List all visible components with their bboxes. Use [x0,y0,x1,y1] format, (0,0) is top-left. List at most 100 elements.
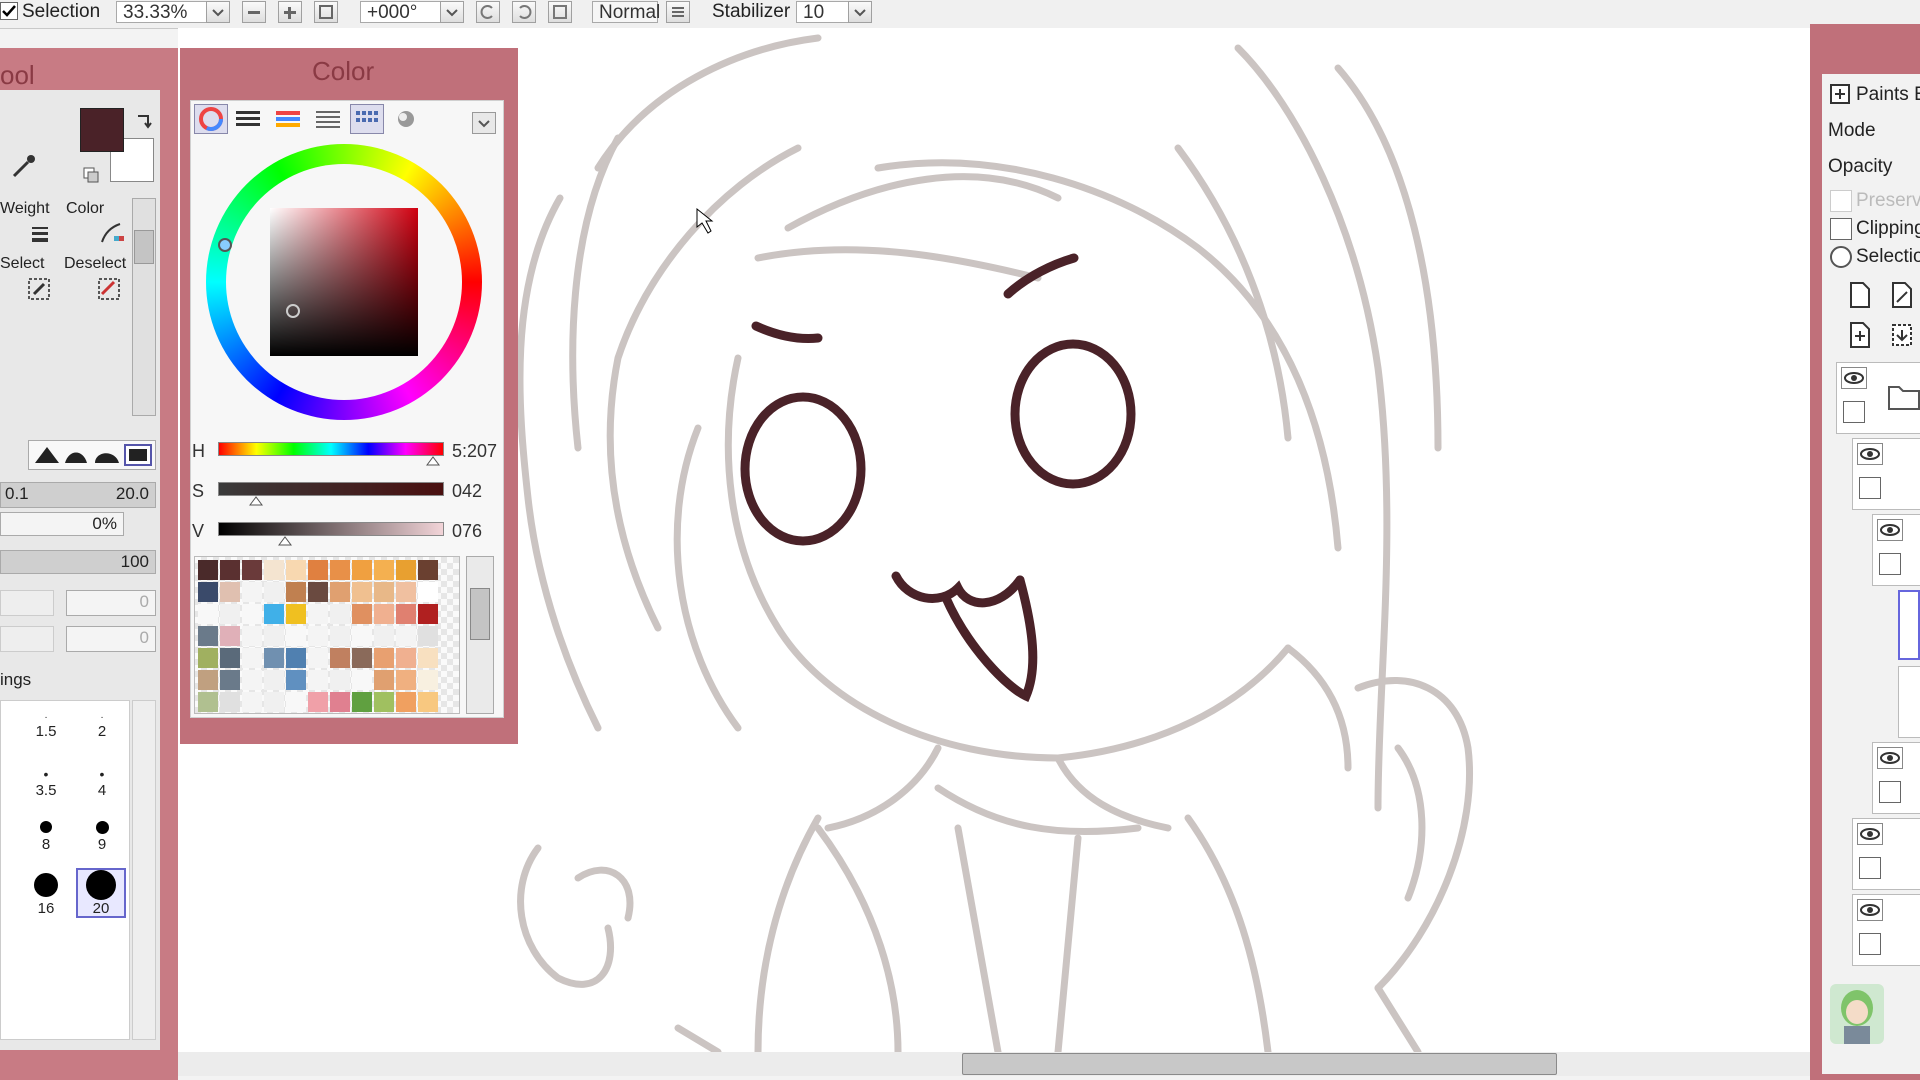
brush-size-3-5[interactable]: • 3.5 [26,766,66,799]
color-swatch[interactable] [330,648,350,668]
value-slider-marker[interactable] [278,536,292,546]
color-swatch[interactable] [220,582,240,602]
color-swatch[interactable] [418,582,438,602]
color-swatch[interactable] [308,626,328,646]
swatch-tab[interactable] [350,104,384,134]
color-swatch[interactable] [264,582,284,602]
layer-row-6[interactable] [1872,742,1920,814]
color-swatch[interactable] [286,648,306,668]
color-swatch[interactable] [220,670,240,690]
color-swatch[interactable] [308,670,328,690]
weight-icon[interactable] [30,224,52,244]
color-swatch[interactable] [286,670,306,690]
tool-scroll-thumb[interactable] [134,230,154,264]
hue-handle[interactable] [218,238,232,252]
color-swatch[interactable] [220,692,240,712]
color-swatch[interactable] [198,604,218,624]
visibility-eye-icon[interactable] [1877,747,1903,769]
merge-layer-icon[interactable] [1888,320,1916,350]
color-swatch[interactable] [352,560,372,580]
eyedropper-icon[interactable] [10,152,38,180]
color-swatch[interactable] [396,560,416,580]
reset-colors-icon[interactable] [82,166,100,184]
color-swatch[interactable] [374,648,394,668]
new-linework-layer-icon[interactable] [1888,280,1916,310]
color-swatch[interactable] [418,604,438,624]
color-swatch[interactable] [330,626,350,646]
layer-row-4-selected[interactable] [1898,590,1920,660]
color-swatch[interactable] [198,560,218,580]
new-layer-icon[interactable] [1846,280,1874,310]
brush-size-9[interactable]: 9 [82,818,122,853]
mixer-tab[interactable] [314,108,342,135]
deselect-tool-icon[interactable] [96,276,124,302]
brush-size-4[interactable]: • 4 [82,766,122,799]
rotate-right-button[interactable] [512,1,536,23]
brush-size-16[interactable]: 16 [26,870,66,917]
brush-size-20-selected[interactable]: 20 [76,868,126,918]
hue-slider-marker[interactable] [426,456,440,466]
color-swatch[interactable] [418,692,438,712]
color-swatch[interactable] [396,582,416,602]
color-swatch[interactable] [242,648,262,668]
option-field-a[interactable]: 0 [66,590,156,616]
brush-size-2[interactable]: · 2 [82,712,122,740]
color-swatch[interactable] [308,582,328,602]
color-panel-menu-button[interactable] [472,112,496,134]
color-swatch[interactable] [352,670,372,690]
color-swatch[interactable] [352,692,372,712]
color-swatch[interactable] [242,626,262,646]
color-swatch[interactable] [220,604,240,624]
clipping-group-checkbox[interactable] [1830,218,1852,240]
hue-slider[interactable] [218,442,444,456]
wheel-mode-tab[interactable] [194,104,228,134]
color-swatch[interactable] [242,604,262,624]
zoom-dropdown-button[interactable] [206,1,230,23]
blend-mode-button[interactable] [666,1,690,23]
layer-lock-checkbox[interactable] [1859,933,1881,955]
selection-checkbox[interactable] [0,2,18,20]
color-swatch[interactable] [198,648,218,668]
option-dropdown-b[interactable] [0,626,54,652]
blend-mode-select[interactable]: Normal [592,1,660,23]
layer-lock-checkbox[interactable] [1879,781,1901,803]
color-swatch[interactable] [286,560,306,580]
color-swatch[interactable] [374,604,394,624]
visibility-eye-icon[interactable] [1857,899,1883,921]
color-swatch[interactable] [198,626,218,646]
layer-lock-checkbox[interactable] [1843,401,1865,423]
color-swatch[interactable] [374,670,394,690]
color-swatch[interactable] [418,670,438,690]
selection-source-radio[interactable] [1830,246,1852,268]
color-swatch[interactable] [418,626,438,646]
color-swatch[interactable] [330,582,350,602]
swatch-scroll-thumb[interactable] [470,588,490,640]
hsv-slider-tab[interactable] [274,108,302,135]
layer-lock-checkbox[interactable] [1879,553,1901,575]
color-swatch[interactable] [396,670,416,690]
color-swatch[interactable] [330,692,350,712]
layer-lock-checkbox[interactable] [1859,477,1881,499]
zoom-in-button[interactable] [278,1,302,23]
color-swatch[interactable] [198,692,218,712]
color-swatch[interactable] [220,560,240,580]
color-swatch[interactable] [286,692,306,712]
color-swatch[interactable] [374,692,394,712]
color-swatch[interactable] [286,626,306,646]
color-swatch[interactable] [242,582,262,602]
brush-size-1-5[interactable]: · 1.5 [26,712,66,740]
visibility-eye-icon[interactable] [1877,519,1903,541]
density-slider[interactable]: 0% [0,512,124,536]
color-swatch[interactable] [374,582,394,602]
saturation-value-square[interactable] [270,208,418,356]
color-swatch[interactable] [242,692,262,712]
brush-size-8[interactable]: 8 [26,818,66,853]
option-field-b[interactable]: 0 [66,626,156,652]
color-swatch[interactable] [264,604,284,624]
rotation-reset-button[interactable] [548,1,572,23]
scratchpad-tab[interactable] [392,108,420,135]
visibility-eye-icon[interactable] [1857,823,1883,845]
color-swatch[interactable] [396,626,416,646]
color-swatch[interactable] [308,648,328,668]
color-swatch[interactable] [308,692,328,712]
